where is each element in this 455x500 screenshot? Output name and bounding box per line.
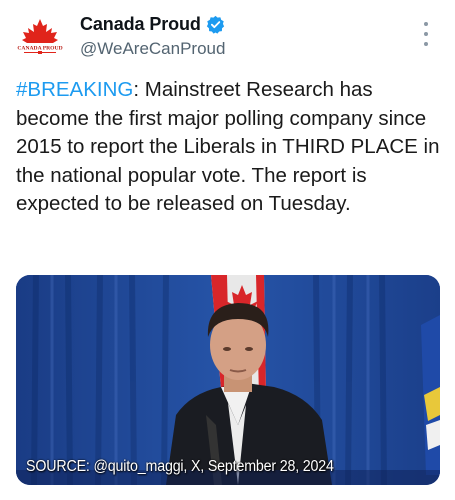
speaker-photo bbox=[16, 275, 440, 485]
avatar-logo-text: CANADA PROUD bbox=[17, 46, 62, 52]
more-dot bbox=[424, 42, 428, 46]
verified-badge-icon bbox=[206, 15, 224, 34]
hashtag-link[interactable]: #BREAKING bbox=[16, 78, 133, 101]
tweet-text: #BREAKING: Mainstreet Research has becom… bbox=[16, 76, 441, 219]
maple-leaf-logo-icon: CANADA PROUD bbox=[17, 19, 63, 54]
more-vertical-icon[interactable] bbox=[418, 22, 434, 46]
tweet-header: CANADA PROUD Canada Proud @WeAreCanProud bbox=[0, 0, 455, 70]
author-display-name[interactable]: Canada Proud bbox=[80, 14, 201, 35]
more-dot bbox=[424, 22, 428, 26]
tweet-media-image[interactable]: SOURCE: @quito_maggi, X, September 28, 2… bbox=[16, 275, 440, 485]
author-handle[interactable]: @WeAreCanProud bbox=[80, 39, 225, 59]
media-source-caption: SOURCE: @quito_maggi, X, September 28, 2… bbox=[26, 458, 334, 475]
author-name-row: Canada Proud bbox=[80, 14, 225, 35]
author-avatar[interactable]: CANADA PROUD bbox=[16, 16, 64, 64]
more-dot bbox=[424, 32, 428, 36]
